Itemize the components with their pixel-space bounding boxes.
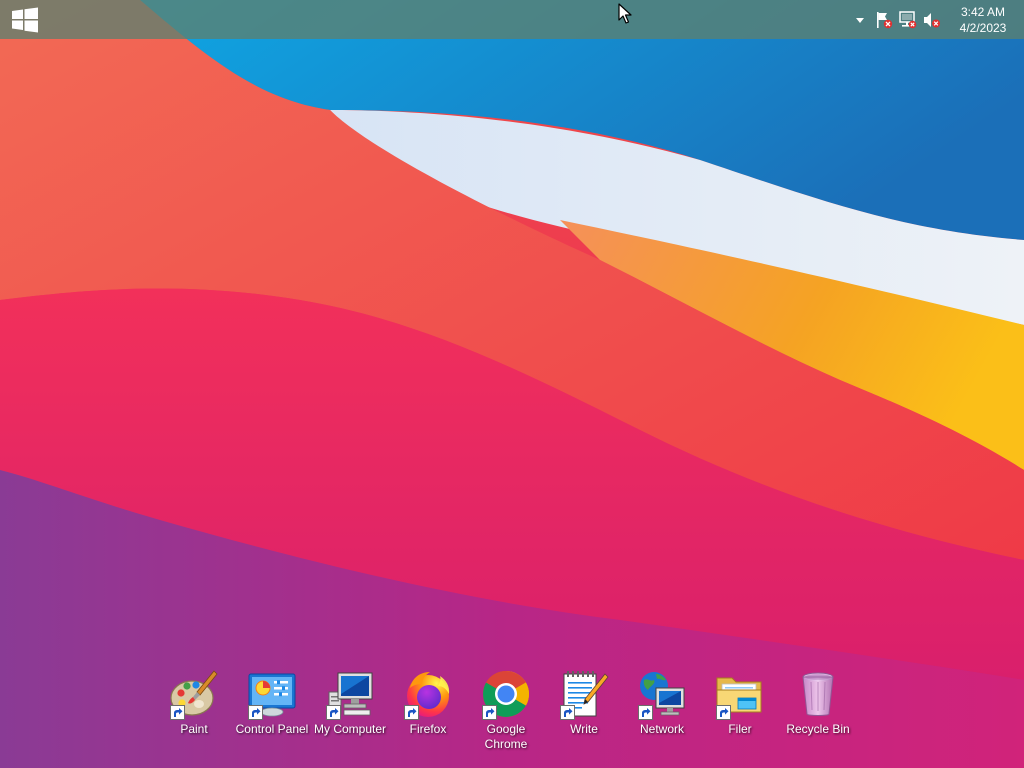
shortcut-arrow-icon: [248, 705, 263, 720]
desktop-icon-filer[interactable]: Filer: [701, 668, 779, 752]
desktop-icon-my-computer[interactable]: My Computer: [311, 668, 389, 752]
desktop-icon-google-chrome[interactable]: Google Chrome: [467, 668, 545, 752]
start-button[interactable]: [6, 4, 44, 35]
desktop-icon-control-panel[interactable]: Control Panel: [233, 668, 311, 752]
shortcut-arrow-icon: [170, 705, 185, 720]
tray-action-center[interactable]: [872, 0, 896, 39]
shortcut-arrow-icon: [716, 705, 731, 720]
shortcut-arrow-icon: [560, 705, 575, 720]
tray-network[interactable]: [896, 0, 920, 39]
desktop-icon-label: Recycle Bin: [786, 722, 850, 736]
system-tray: 3:42 AM 4/2/2023: [848, 0, 1024, 39]
shortcut-arrow-icon: [326, 705, 341, 720]
desktop-icon-firefox[interactable]: Firefox: [389, 668, 467, 752]
desktop-icon-label: Control Panel: [235, 722, 309, 736]
desktop-icon-write[interactable]: Write: [545, 668, 623, 752]
taskbar-clock[interactable]: 3:42 AM 4/2/2023: [946, 0, 1020, 39]
wallpaper: [0, 0, 1024, 768]
tray-overflow-button[interactable]: [848, 0, 872, 39]
shortcut-arrow-icon: [482, 705, 497, 720]
clock-date: 4/2/2023: [959, 20, 1007, 35]
action-center-flag-icon: [877, 11, 893, 28]
recycle-bin-icon: [802, 672, 834, 716]
desktop-icon-recycle-bin[interactable]: Recycle Bin: [779, 668, 857, 752]
shortcut-arrow-icon: [404, 705, 419, 720]
tray-volume[interactable]: [920, 0, 944, 39]
desktop-icon-label: Paint: [180, 722, 208, 736]
desktop-icon-label: Filer: [728, 722, 752, 736]
tray-overflow-icon: [856, 17, 864, 23]
desktop-icons: Paint Control Panel My Computer Firefox …: [155, 668, 857, 752]
clock-time: 3:42 AM: [960, 4, 1006, 19]
desktop-icon-label: My Computer: [313, 722, 387, 736]
mouse-cursor-icon: [618, 3, 632, 24]
desktop-icon-paint[interactable]: Paint: [155, 668, 233, 752]
network-disconnected-icon: [899, 10, 917, 28]
desktop-icon-label: Google Chrome: [484, 722, 528, 751]
shortcut-arrow-icon: [638, 705, 653, 720]
desktop-icon-network[interactable]: Network: [623, 668, 701, 752]
desktop-icon-label: Network: [639, 722, 684, 736]
taskbar: 3:42 AM 4/2/2023: [0, 0, 1024, 39]
desktop-icon-label: Firefox: [409, 722, 447, 736]
windows-logo-icon: [12, 7, 38, 32]
desktop[interactable]: 3:42 AM 4/2/2023 Paint Control Panel My …: [0, 0, 1024, 768]
desktop-icon-label: Write: [570, 722, 598, 736]
volume-muted-icon: [924, 12, 940, 27]
